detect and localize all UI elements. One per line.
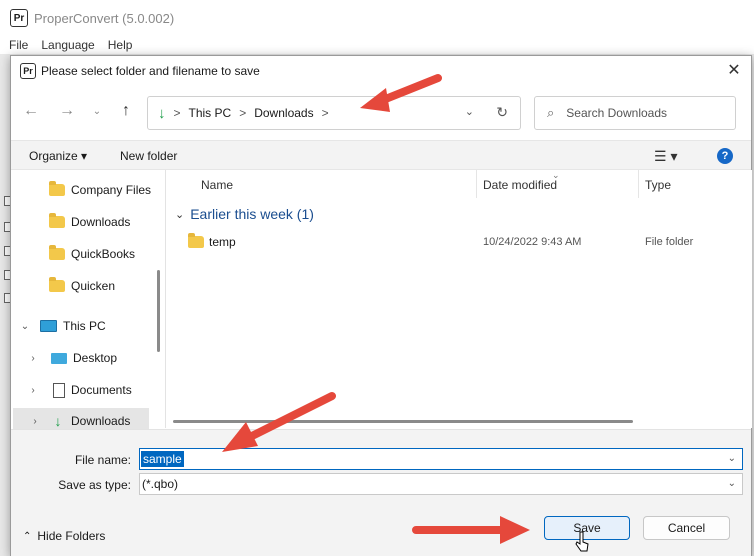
file-date: 10/24/2022 9:43 AM bbox=[483, 236, 582, 248]
nav-item-label: Quicken bbox=[71, 279, 116, 293]
chevron-right-icon[interactable]: › bbox=[27, 385, 39, 396]
nav-item-label: Downloads bbox=[71, 414, 131, 428]
file-type: File folder bbox=[645, 236, 694, 248]
folder-icon bbox=[49, 277, 65, 292]
save-dialog: Pr Please select folder and filename to … bbox=[10, 55, 752, 556]
nav-item-label: Documents bbox=[71, 383, 132, 397]
recent-locations-chevron-icon[interactable]: ⌄ bbox=[87, 106, 107, 117]
toolbar: Organize ▾ New folder ☰ ▾ ? bbox=[11, 140, 751, 170]
navigation-pane: Company Files Downloads QuickBooks Quick… bbox=[11, 170, 166, 489]
app-titlebar: Pr ProperConvert (5.0.002) bbox=[0, 0, 754, 36]
refresh-icon[interactable]: ↻ bbox=[496, 104, 508, 121]
column-header-date[interactable]: Date modified bbox=[483, 170, 557, 200]
search-input[interactable]: Search Downloads bbox=[566, 106, 667, 120]
search-box[interactable]: ⌕ Search Downloads bbox=[534, 96, 736, 130]
chevron-right-icon[interactable]: › bbox=[27, 353, 39, 364]
folder-icon bbox=[49, 245, 65, 260]
desktop-icon bbox=[51, 352, 67, 364]
folder-icon bbox=[49, 181, 65, 196]
close-icon[interactable]: ✕ bbox=[725, 62, 743, 80]
group-label: Earlier this week (1) bbox=[190, 206, 314, 222]
chevron-down-icon[interactable]: ⌄ bbox=[465, 105, 474, 118]
save-as-type-select[interactable]: (*.qbo) ⌄ bbox=[139, 473, 743, 495]
column-separator[interactable] bbox=[638, 170, 639, 198]
download-icon: ↓ bbox=[158, 104, 166, 122]
search-icon: ⌕ bbox=[547, 105, 555, 120]
file-list-pane: Name ⌄ Date modified Type ⌄ Earlier this… bbox=[167, 170, 752, 428]
file-name-value: sample bbox=[141, 451, 184, 467]
chevron-right-icon[interactable]: › bbox=[29, 416, 41, 427]
hide-folders-label: Hide Folders bbox=[37, 529, 106, 543]
download-icon: ↓ bbox=[54, 413, 62, 429]
back-arrow-icon[interactable]: ← bbox=[21, 102, 41, 120]
chevron-down-icon[interactable]: ⌄ bbox=[728, 478, 736, 489]
column-header-type[interactable]: Type bbox=[645, 170, 671, 200]
navigation-row: ← → ⌄ ↑ ↓ > This PC > Downloads > ⌄ ↻ ⌕ … bbox=[11, 94, 751, 130]
nav-item-label: QuickBooks bbox=[71, 247, 136, 261]
crumb-separator: > bbox=[239, 106, 247, 120]
folder-icon bbox=[188, 233, 204, 248]
nav-item-label: Desktop bbox=[73, 351, 118, 365]
app-logo: Pr bbox=[10, 9, 28, 27]
file-name-field[interactable]: sample ⌄ bbox=[139, 448, 743, 470]
crumb-separator: > bbox=[321, 106, 329, 120]
hide-folders-toggle[interactable]: ⌃ Hide Folders bbox=[23, 529, 105, 543]
dialog-titlebar: Pr Please select folder and filename to … bbox=[11, 56, 751, 86]
group-header[interactable]: ⌄ Earlier this week (1) bbox=[175, 206, 314, 222]
documents-icon bbox=[53, 382, 65, 398]
chevron-up-icon: ⌃ bbox=[23, 530, 32, 542]
file-name: temp bbox=[209, 235, 236, 249]
pc-icon bbox=[40, 320, 57, 332]
forward-arrow-icon[interactable]: → bbox=[57, 102, 77, 120]
cancel-button[interactable]: Cancel bbox=[643, 516, 730, 540]
crumb-separator: > bbox=[173, 106, 181, 120]
file-row[interactable]: temp 10/24/2022 9:43 AM File folder bbox=[167, 230, 752, 254]
folder-icon bbox=[49, 213, 65, 228]
nav-item-label: Downloads bbox=[71, 215, 131, 229]
nav-item-downloads-folder[interactable]: Downloads bbox=[11, 209, 159, 235]
chevron-down-icon[interactable]: ⌄ bbox=[19, 321, 31, 332]
nav-item-quickbooks[interactable]: QuickBooks bbox=[11, 241, 159, 267]
chevron-down-icon[interactable]: ⌄ bbox=[728, 453, 736, 464]
nav-item-label: Company Files bbox=[71, 183, 152, 197]
dialog-title: Please select folder and filename to sav… bbox=[41, 64, 260, 78]
mouse-cursor-icon bbox=[575, 531, 589, 552]
help-icon[interactable]: ? bbox=[717, 148, 733, 164]
nav-item-this-pc[interactable]: ⌄ This PC bbox=[11, 313, 159, 339]
menu-file[interactable]: File bbox=[9, 38, 28, 52]
organize-button[interactable]: Organize ▾ bbox=[29, 149, 87, 163]
address-bar[interactable]: ↓ > This PC > Downloads > ⌄ ↻ bbox=[147, 96, 521, 130]
new-folder-button[interactable]: New folder bbox=[120, 149, 177, 163]
app-title: ProperConvert (5.0.002) bbox=[34, 10, 175, 26]
crumb-this-pc[interactable]: This PC bbox=[189, 106, 232, 120]
app-menubar: File Language Help bbox=[0, 36, 754, 54]
horizontal-scrollbar[interactable] bbox=[173, 420, 633, 423]
up-arrow-icon[interactable]: ↑ bbox=[116, 102, 136, 120]
column-header-name[interactable]: Name bbox=[201, 170, 233, 200]
file-name-label: File name: bbox=[74, 453, 131, 467]
column-separator[interactable] bbox=[476, 170, 477, 198]
nav-item-label: This PC bbox=[63, 319, 106, 333]
nav-item-documents[interactable]: › Documents bbox=[11, 377, 159, 403]
nav-item-desktop[interactable]: › Desktop bbox=[11, 345, 159, 371]
save-options: File name: sample ⌄ Save as type: (*.qbo… bbox=[11, 429, 751, 556]
save-as-type-label: Save as type: bbox=[58, 478, 131, 492]
menu-language[interactable]: Language bbox=[41, 38, 94, 52]
crumb-downloads[interactable]: Downloads bbox=[254, 106, 313, 120]
dialog-logo: Pr bbox=[20, 63, 36, 79]
view-icon[interactable]: ☰ ▾ bbox=[654, 148, 677, 165]
menu-help[interactable]: Help bbox=[108, 38, 133, 52]
nav-pane-scrollbar[interactable] bbox=[157, 270, 160, 352]
chevron-down-icon[interactable]: ⌄ bbox=[175, 208, 184, 221]
save-as-type-value: (*.qbo) bbox=[142, 477, 179, 491]
nav-item-company-files[interactable]: Company Files bbox=[11, 177, 159, 203]
nav-item-quicken[interactable]: Quicken bbox=[11, 273, 159, 299]
